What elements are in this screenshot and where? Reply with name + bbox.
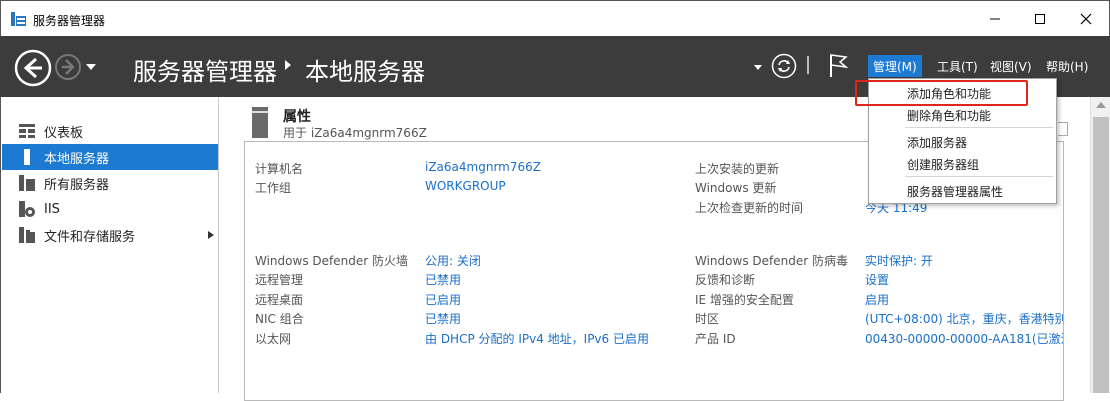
remote-management-link[interactable]: 已禁用 bbox=[425, 271, 461, 288]
prop-label: 远程桌面 bbox=[255, 293, 304, 307]
minimize-button[interactable] bbox=[972, 1, 1018, 37]
feedback-link[interactable]: 设置 bbox=[865, 271, 889, 288]
refresh-icon[interactable] bbox=[771, 53, 797, 79]
tasks-dropdown-edge[interactable] bbox=[1058, 122, 1068, 136]
sidebar-item-label: 所有服务器 bbox=[44, 177, 110, 193]
menu-separator bbox=[905, 176, 1053, 177]
all-servers-icon bbox=[18, 175, 36, 191]
menu-item-server-manager-properties[interactable]: 服务器管理器属性 bbox=[907, 183, 1003, 200]
properties-server-icon bbox=[252, 107, 268, 138]
prop-label: 时区 bbox=[695, 312, 720, 326]
properties-subtitle: 用于 iZa6a4mgnrm766Z bbox=[283, 126, 427, 140]
forward-button[interactable] bbox=[54, 53, 82, 81]
sidebar-item-label: 文件和存储服务 bbox=[44, 229, 136, 245]
title-bar: 服务器管理器 bbox=[0, 0, 1110, 36]
prop-label: IE 增强的安全配置 bbox=[695, 293, 794, 307]
properties-title: 属性 bbox=[283, 109, 311, 125]
iis-icon bbox=[18, 201, 36, 217]
refresh-dropdown-icon[interactable] bbox=[753, 64, 763, 71]
timezone-link[interactable]: (UTC+08:00) 北京，重庆，香港特别行 bbox=[865, 310, 1063, 327]
menu-manage[interactable]: 管理(M) bbox=[868, 55, 922, 77]
local-server-icon bbox=[18, 149, 36, 165]
prop-label: 产品 ID bbox=[695, 332, 736, 346]
prop-label: 工作组 bbox=[255, 181, 292, 195]
notifications-flag-icon[interactable] bbox=[828, 53, 850, 79]
server-manager-app-icon bbox=[11, 12, 26, 26]
prop-label: NIC 组合 bbox=[255, 312, 304, 326]
menu-separator bbox=[905, 127, 1053, 128]
maximize-icon bbox=[1035, 14, 1045, 24]
dashboard-icon bbox=[18, 123, 36, 139]
prop-label: Windows 更新 bbox=[695, 181, 777, 195]
remote-desktop-link[interactable]: 已启用 bbox=[425, 291, 461, 308]
scrollbar-thumb[interactable] bbox=[1093, 117, 1109, 393]
computer-name-link[interactable]: iZa6a4mgnrm766Z bbox=[425, 160, 541, 174]
close-icon bbox=[1080, 13, 1092, 25]
ie-esc-link[interactable]: 启用 bbox=[865, 291, 889, 308]
scroll-up-icon[interactable] bbox=[1096, 102, 1106, 108]
menu-item-create-server-group[interactable]: 创建服务器组 bbox=[907, 156, 979, 173]
expand-chevron-icon[interactable] bbox=[208, 231, 214, 239]
prop-label: 以太网 bbox=[255, 332, 292, 346]
header-divider bbox=[807, 56, 809, 74]
minimize-icon bbox=[990, 18, 1000, 20]
sidebar-item-local-server[interactable]: 本地服务器 bbox=[2, 144, 218, 170]
prop-label: Windows Defender 防火墙 bbox=[255, 254, 408, 268]
back-button[interactable] bbox=[14, 49, 52, 87]
prop-label: 上次检查更新的时间 bbox=[695, 201, 804, 215]
menu-view[interactable]: 视图(V) bbox=[985, 55, 1037, 77]
prop-label: Windows Defender 防病毒 bbox=[695, 254, 848, 268]
menu-item-add-servers[interactable]: 添加服务器 bbox=[907, 134, 967, 151]
window-title: 服务器管理器 bbox=[33, 14, 106, 28]
sidebar-item-dashboard[interactable]: 仪表板 bbox=[2, 118, 218, 144]
breadcrumb-root[interactable]: 服务器管理器 bbox=[133, 52, 277, 87]
sidebar-item-file-storage[interactable]: 文件和存储服务 bbox=[2, 222, 218, 248]
sidebar-item-label: 本地服务器 bbox=[44, 151, 110, 167]
menu-item-remove-roles[interactable]: 删除角色和功能 bbox=[907, 107, 991, 124]
ethernet-link[interactable]: 由 DHCP 分配的 IPv4 地址，IPv6 已启用 bbox=[425, 330, 649, 347]
firewall-link[interactable]: 公用: 关闭 bbox=[425, 252, 481, 269]
prop-label: 远程管理 bbox=[255, 273, 304, 287]
sidebar-item-all-servers[interactable]: 所有服务器 bbox=[2, 170, 218, 196]
file-storage-icon bbox=[18, 227, 36, 243]
prop-label: 上次安装的更新 bbox=[695, 162, 780, 176]
product-id-link[interactable]: 00430-00000-00000-AA181(已激活 bbox=[865, 330, 1063, 347]
maximize-button[interactable] bbox=[1017, 1, 1063, 37]
nic-teaming-link[interactable]: 已禁用 bbox=[425, 310, 461, 327]
workgroup-link[interactable]: WORKGROUP bbox=[425, 179, 506, 193]
menu-tools[interactable]: 工具(T) bbox=[932, 55, 983, 77]
vertical-scrollbar[interactable] bbox=[1090, 97, 1110, 393]
sidebar-item-iis[interactable]: IIS bbox=[2, 196, 218, 222]
antivirus-link[interactable]: 实时保护: 开 bbox=[865, 252, 933, 269]
menu-help[interactable]: 帮助(H) bbox=[1041, 55, 1093, 77]
prop-label: 反馈和诊断 bbox=[695, 273, 756, 287]
history-dropdown-icon[interactable] bbox=[85, 63, 97, 71]
sidebar-item-label: 仪表板 bbox=[44, 125, 84, 141]
breadcrumb-current: 本地服务器 bbox=[305, 58, 425, 86]
close-button[interactable] bbox=[1063, 1, 1109, 37]
breadcrumb-separator-icon bbox=[285, 60, 291, 70]
prop-label: 计算机名 bbox=[255, 162, 304, 176]
add-roles-highlight-box bbox=[855, 80, 1028, 106]
sidebar: 仪表板 本地服务器 所有服务器 IIS 文件和存储服务 bbox=[0, 97, 219, 393]
sidebar-item-label: IIS bbox=[44, 201, 60, 217]
